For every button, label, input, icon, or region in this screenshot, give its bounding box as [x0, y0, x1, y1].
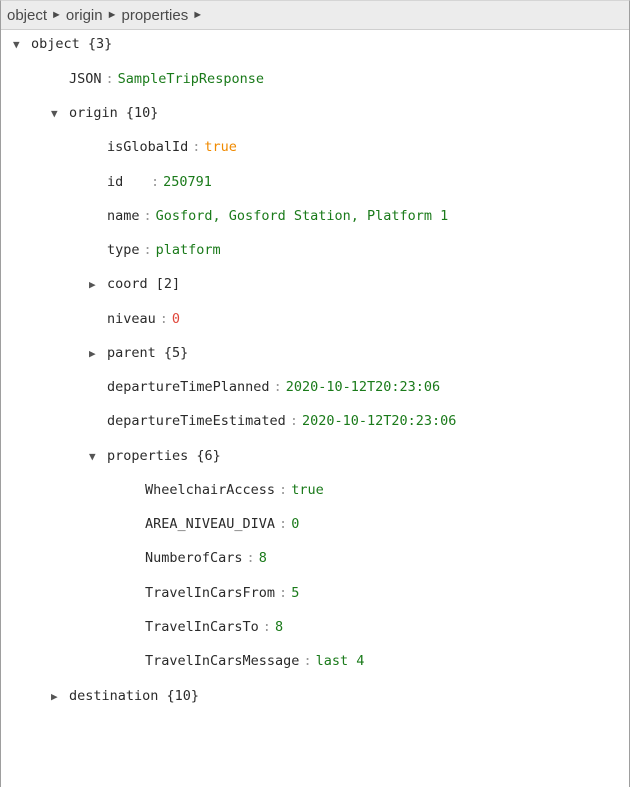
leaf-value: 2020-10-12T20:23:06	[285, 379, 441, 395]
breadcrumb-item-properties[interactable]: properties	[122, 7, 189, 24]
collapsed-arrow-icon[interactable]: ▶	[89, 342, 107, 366]
leaf-key: WheelchairAccess	[145, 482, 276, 498]
leaf-value: platform	[155, 242, 221, 258]
node-count: {10}	[125, 105, 159, 121]
node-count: [2]	[155, 276, 181, 292]
leaf-key: niveau	[107, 311, 156, 327]
node-key: object	[31, 36, 80, 52]
collapsed-arrow-icon[interactable]: ▶	[89, 273, 107, 297]
leaf-key: name	[107, 208, 140, 224]
tree-node-object[interactable]: ▼ object {3}	[13, 32, 112, 56]
tree-node-destination[interactable]: ▶ destination {10}	[51, 684, 199, 708]
tree-leaf-numberofcars[interactable]: NumberofCars:8	[145, 546, 267, 570]
leaf-key: id	[107, 174, 124, 190]
collapsed-arrow-icon[interactable]: ▶	[51, 685, 69, 709]
leaf-key: departureTimePlanned	[107, 379, 270, 395]
leaf-key: isGlobalId	[107, 139, 189, 155]
tree-leaf-departuretimeplanned[interactable]: departureTimePlanned:2020-10-12T20:23:06	[107, 375, 440, 399]
leaf-key: TravelInCarsFrom	[145, 585, 276, 601]
leaf-value: 250791	[163, 174, 212, 190]
leaf-value: Gosford, Gosford Station, Platform 1	[155, 208, 449, 224]
node-key: origin	[69, 105, 118, 121]
breadcrumb-item-origin[interactable]: origin	[66, 7, 103, 24]
tree-leaf-travelincarsto[interactable]: TravelInCarsTo:8	[145, 615, 283, 639]
node-count: {5}	[163, 345, 189, 361]
node-count: {6}	[196, 448, 221, 464]
tree-leaf-niveau[interactable]: niveau:0	[107, 307, 180, 331]
node-key: parent	[107, 345, 156, 361]
node-count: {3}	[87, 36, 113, 52]
expanded-arrow-icon[interactable]: ▼	[13, 33, 31, 57]
breadcrumb-separator-icon: ►	[192, 9, 204, 21]
breadcrumb: object ► origin ► properties ►	[1, 1, 629, 30]
tree-leaf-name[interactable]: name: Gosford, Gosford Station, Platform …	[107, 204, 448, 228]
breadcrumb-item-object[interactable]: object	[7, 7, 47, 24]
breadcrumb-separator-icon: ►	[106, 9, 118, 21]
tree-leaf-travelincarsfrom[interactable]: TravelInCarsFrom:5	[145, 581, 299, 605]
leaf-key: type	[107, 242, 140, 258]
node-count: {10}	[166, 688, 200, 704]
leaf-value: 2020-10-12T20:23:06	[301, 413, 457, 429]
tree-leaf-wheelchairaccess[interactable]: WheelchairAccess: true	[145, 478, 324, 502]
leaf-value: true	[291, 482, 324, 498]
json-viewer: object ► origin ► properties ► ▼ object {…	[0, 0, 630, 787]
tree-node-coord[interactable]: ▶ coord [2]	[89, 272, 180, 296]
leaf-key: TravelInCarsMessage	[145, 653, 300, 669]
node-key: coord	[107, 276, 148, 292]
tree-node-parent[interactable]: ▶ parent {5}	[89, 341, 188, 365]
expanded-arrow-icon[interactable]: ▼	[89, 445, 107, 469]
leaf-key: NumberofCars	[145, 550, 243, 566]
tree-leaf-travelincarsmessage[interactable]: TravelInCarsMessage: last 4	[145, 649, 364, 673]
tree-leaf-area-niveau-diva[interactable]: AREA_NIVEAU_DIVA:0	[145, 512, 299, 536]
leaf-value: true	[204, 139, 237, 155]
tree-leaf-departuretimeestimated[interactable]: departureTimeEstimated:2020-10-12T20:23:…	[107, 409, 456, 433]
leaf-value: SampleTripResponse	[117, 71, 264, 87]
leaf-value: 8	[258, 550, 267, 566]
tree-node-origin[interactable]: ▼ origin {10}	[51, 101, 158, 125]
leaf-value: last 4	[315, 653, 365, 669]
tree-node-properties[interactable]: ▼ properties {6}	[89, 444, 221, 468]
leaf-key: AREA_NIVEAU_DIVA	[145, 516, 276, 532]
tree-leaf-type[interactable]: type: platform	[107, 238, 221, 262]
leaf-value: 8	[274, 619, 284, 635]
leaf-value: 5	[291, 585, 300, 601]
leaf-key: JSON	[69, 71, 102, 87]
node-key: destination	[69, 688, 159, 704]
tree-leaf-isglobalid[interactable]: isGlobalId: true	[107, 135, 237, 159]
node-key: properties	[107, 448, 189, 464]
leaf-value: 0	[291, 516, 300, 532]
tree-leaf-json[interactable]: JSON: SampleTripResponse	[69, 67, 264, 91]
breadcrumb-separator-icon: ►	[51, 9, 62, 21]
leaf-value: 0	[171, 311, 181, 327]
leaf-key: departureTimeEstimated	[107, 413, 286, 429]
tree-leaf-id[interactable]: id:250791	[107, 170, 212, 194]
leaf-key: TravelInCarsTo	[145, 619, 259, 635]
expanded-arrow-icon[interactable]: ▼	[51, 102, 69, 126]
